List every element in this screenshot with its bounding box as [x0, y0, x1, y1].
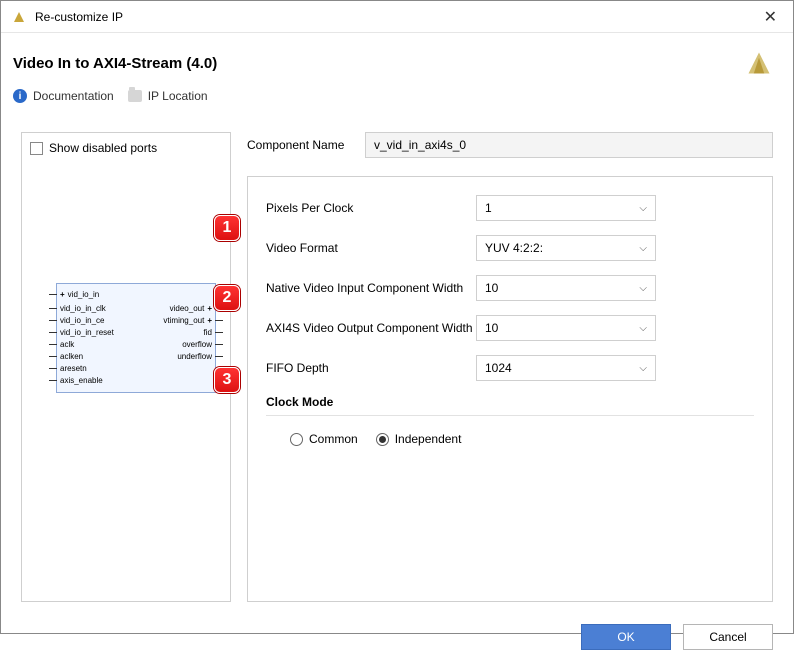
component-name-row: Component Name [247, 132, 773, 158]
param-video-format: Video Format YUV 4:2:2: ⌵ [266, 235, 754, 261]
window-title: Re-customize IP [35, 10, 123, 24]
param-fifo-depth: FIFO Depth 1024 ⌵ [266, 355, 754, 381]
port-in: aresetn [49, 364, 87, 373]
ip-title: Video In to AXI4-Stream (4.0) [13, 55, 217, 72]
info-icon: i [13, 89, 27, 103]
clock-mode-heading: Clock Mode [266, 395, 754, 416]
clock-mode-independent-radio[interactable]: Independent [376, 432, 462, 446]
main-area: Show disabled ports +vid_io_in vid_io_in… [1, 114, 793, 614]
chevron-down-icon: ⌵ [639, 323, 647, 334]
config-panel: Component Name 1 2 3 Pixels Per Clock 1 … [247, 132, 773, 602]
chevron-down-icon: ⌵ [639, 243, 647, 254]
ip-location-label: IP Location [148, 89, 208, 103]
chevron-down-icon: ⌵ [639, 283, 647, 294]
port-out: +vtiming_out [163, 316, 223, 325]
select-value: 1024 [485, 361, 512, 375]
port-out: overflow [182, 340, 223, 349]
param-native-width: Native Video Input Component Width 10 ⌵ [266, 275, 754, 301]
dialog-footer: OK Cancel [1, 614, 793, 664]
title-bar: Re-customize IP ✕ [1, 1, 793, 33]
ip-location-link[interactable]: IP Location [128, 89, 208, 103]
chevron-down-icon: ⌵ [639, 203, 647, 214]
select-value: YUV 4:2:2: [485, 241, 543, 255]
component-name-label: Component Name [247, 138, 357, 152]
port-in: axis_enable [49, 376, 103, 385]
radio-icon [290, 433, 303, 446]
port-in: aclk [49, 340, 74, 349]
ok-button[interactable]: OK [581, 624, 671, 650]
close-icon[interactable]: ✕ [758, 3, 783, 31]
radio-label: Independent [395, 432, 462, 446]
documentation-link[interactable]: i Documentation [13, 89, 114, 103]
radio-icon [376, 433, 389, 446]
param-label: AXI4S Video Output Component Width [266, 321, 476, 335]
radio-label: Common [309, 432, 358, 446]
checkbox-icon [30, 142, 43, 155]
cancel-button[interactable]: Cancel [683, 624, 773, 650]
port-in: aclken [49, 352, 83, 361]
video-format-select[interactable]: YUV 4:2:2: ⌵ [476, 235, 656, 261]
native-width-select[interactable]: 10 ⌵ [476, 275, 656, 301]
documentation-label: Documentation [33, 89, 114, 103]
callout-2: 2 [214, 285, 240, 311]
param-label: Video Format [266, 241, 476, 255]
symbol-panel: Show disabled ports +vid_io_in vid_io_in… [21, 132, 231, 602]
show-disabled-ports-checkbox[interactable]: Show disabled ports [30, 141, 222, 155]
header: Video In to AXI4-Stream (4.0) [1, 33, 793, 85]
show-disabled-ports-label: Show disabled ports [49, 141, 157, 155]
select-value: 10 [485, 281, 498, 295]
select-value: 10 [485, 321, 498, 335]
port-in: vid_io_in_ce [49, 316, 104, 325]
param-axi4s-width: AXI4S Video Output Component Width 10 ⌵ [266, 315, 754, 341]
axi4s-width-select[interactable]: 10 ⌵ [476, 315, 656, 341]
params-box: 1 2 3 Pixels Per Clock 1 ⌵ Video Format … [247, 176, 773, 602]
pixels-per-clock-select[interactable]: 1 ⌵ [476, 195, 656, 221]
port-in: +vid_io_in [49, 290, 99, 299]
folder-icon [128, 90, 142, 102]
ip-block-diagram: +vid_io_in vid_io_in_clk vid_io_in_ce vi… [56, 283, 216, 393]
clock-mode-common-radio[interactable]: Common [290, 432, 358, 446]
chevron-down-icon: ⌵ [639, 363, 647, 374]
xilinx-logo-icon [745, 49, 773, 77]
param-pixels-per-clock: Pixels Per Clock 1 ⌵ [266, 195, 754, 221]
param-label: Native Video Input Component Width [266, 281, 476, 295]
app-icon [11, 9, 27, 25]
port-out: underflow [177, 352, 223, 361]
port-in: vid_io_in_reset [49, 328, 114, 337]
clock-mode-radios: Common Independent [266, 422, 754, 446]
port-in: vid_io_in_clk [49, 304, 106, 313]
param-label: FIFO Depth [266, 361, 476, 375]
fifo-depth-select[interactable]: 1024 ⌵ [476, 355, 656, 381]
param-label: Pixels Per Clock [266, 201, 476, 215]
toolbar: i Documentation IP Location [1, 85, 793, 114]
component-name-input[interactable] [365, 132, 773, 158]
callout-3: 3 [214, 367, 240, 393]
callout-1: 1 [214, 215, 240, 241]
select-value: 1 [485, 201, 492, 215]
port-out: fid [204, 328, 223, 337]
